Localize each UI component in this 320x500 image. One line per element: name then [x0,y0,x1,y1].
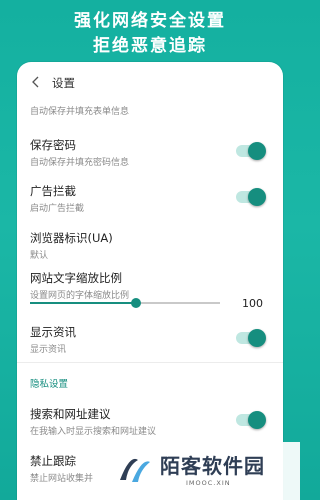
ad-block-toggle[interactable] [236,188,266,206]
text-scale-value: 100 [242,297,263,310]
toggle-knob [248,188,266,206]
privacy-section-header: 隐私设置 [30,379,69,390]
settings-screen: 设置 自动保存并填充表单信息 保存密码 自动保存并填充密码信息 广告拦截 启动广… [17,62,283,500]
headline-line-2: 拒绝恶意追踪 [93,36,207,56]
setting-title: 网站文字缩放比例 [30,271,122,285]
slider-fill [30,302,137,304]
save-password-toggle[interactable] [236,142,266,160]
show-news-toggle[interactable] [236,329,266,347]
form-autofill-subtitle: 自动保存并填充表单信息 [30,107,130,117]
search-suggestions-toggle[interactable] [236,411,266,429]
section-divider [17,362,283,363]
watermark-text: 陌客软件园 [160,454,265,478]
slider-thumb[interactable] [131,298,142,308]
page-title: 设置 [52,76,75,90]
watermark: 陌客软件园 IMOOC.XIN [108,442,300,500]
toggle-knob [248,411,266,429]
toggle-knob [248,329,266,347]
setting-user-agent[interactable]: 浏览器标识(UA) 默认 [30,230,283,261]
watermark-subtext: IMOOC.XIN [186,479,231,487]
headline-line-1: 强化网络安全设置 [74,11,226,31]
setting-title: 浏览器标识(UA) [30,231,113,245]
text-scale-slider[interactable] [30,298,220,308]
setting-subtitle: 默认 [30,251,49,261]
watermark-logo-icon [116,450,154,488]
chevron-left-icon[interactable] [29,74,43,90]
top-bar: 设置 [17,62,283,104]
toggle-knob [248,142,266,160]
